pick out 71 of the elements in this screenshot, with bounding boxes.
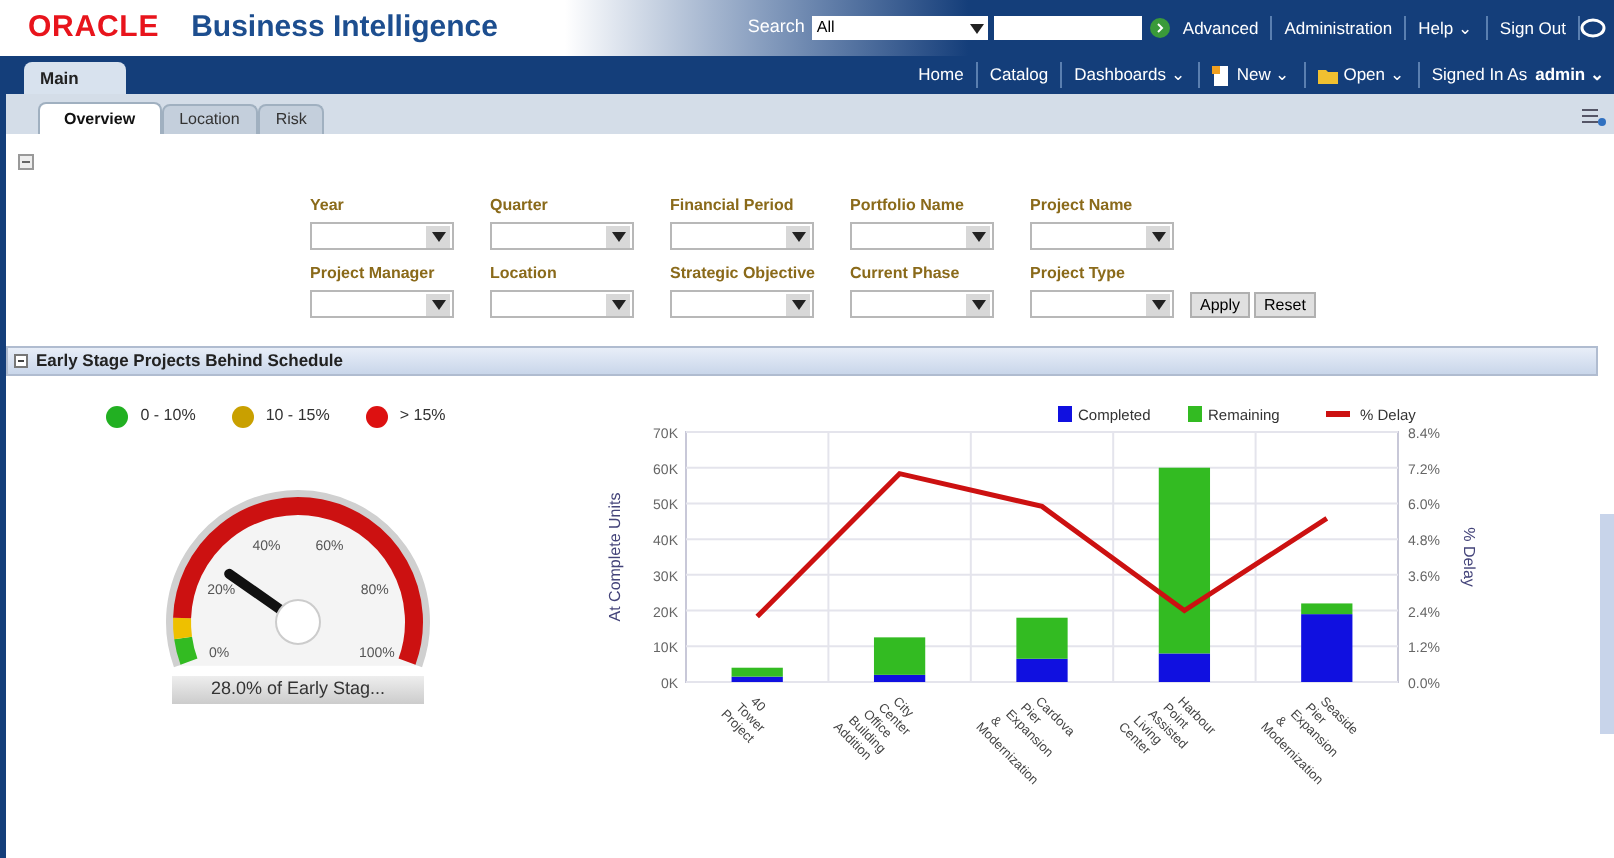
dropdown-field[interactable] [1030, 222, 1174, 250]
nav-link[interactable]: New ⌄ [1200, 62, 1306, 88]
logo: ORACLE [28, 7, 160, 48]
axis-title: At Complete Units [606, 492, 624, 622]
page-options-icon[interactable] [1582, 108, 1606, 128]
filter-label: Year [310, 194, 346, 218]
dropdown-arrow-icon [1151, 299, 1165, 309]
dropdown-field[interactable] [850, 222, 994, 250]
filter-label: Location [490, 262, 559, 286]
header-link[interactable]: Help ⌄ [1406, 15, 1488, 41]
dropdown-arrow-icon [791, 299, 805, 309]
dropdown-field[interactable] [310, 222, 454, 250]
document-icon [1212, 65, 1231, 85]
dropdown-arrow-icon [431, 231, 445, 241]
search-field[interactable] [994, 16, 1143, 40]
page-tab[interactable]: Risk [257, 104, 325, 134]
dropdown-field[interactable] [850, 290, 994, 318]
filter-label: Current Phase [850, 262, 962, 286]
search-go-icon[interactable] [1150, 18, 1171, 38]
filter-button[interactable]: Apply [1190, 292, 1251, 318]
dropdown-arrow-icon [611, 231, 625, 241]
filter-button[interactable]: Reset [1254, 292, 1316, 318]
search-scope-dropdown[interactable]: All [812, 16, 989, 40]
signed-in-label: Signed In As [1429, 62, 1528, 88]
filter-label: Project Manager [310, 262, 437, 286]
gauge-caption: 28.0% of Early Stag... [172, 676, 424, 704]
scrollbar[interactable] [1600, 514, 1614, 734]
legend-label: > 15% [399, 404, 446, 428]
axis-title: % Delay [1460, 527, 1478, 587]
filter-label: Financial Period [670, 194, 796, 218]
dropdown-arrow-icon [970, 23, 985, 33]
dropdown-field[interactable] [490, 290, 634, 318]
page-tab[interactable]: Overview [38, 102, 162, 134]
main-tab[interactable]: Main [24, 62, 127, 94]
page-tab[interactable]: Location [161, 104, 258, 134]
product-title: Business Intelligence [191, 7, 498, 48]
nav-link[interactable]: Open ⌄ [1305, 62, 1420, 88]
legend-swatch [1188, 406, 1202, 422]
dropdown-field[interactable] [310, 290, 454, 318]
filter-label: Portfolio Name [850, 194, 966, 218]
nav-link[interactable]: Dashboards ⌄ [1062, 62, 1201, 88]
dropdown-arrow-icon [1151, 231, 1165, 241]
dropdown-arrow-icon [791, 231, 805, 241]
folder-icon [1317, 67, 1338, 83]
filter-label: Project Type [1030, 262, 1127, 286]
dropdown-arrow-icon [431, 299, 445, 309]
legend-swatch [1326, 411, 1350, 417]
dropdown-field[interactable] [490, 222, 634, 250]
nav-link[interactable]: Catalog [977, 62, 1063, 88]
gauge-hub [275, 599, 321, 645]
header-link[interactable]: Sign Out [1487, 15, 1580, 41]
dropdown-arrow-icon [611, 299, 625, 309]
filter-label: Project Name [1030, 194, 1135, 218]
header-link[interactable]: Administration [1272, 15, 1407, 41]
collapse-icon[interactable] [18, 154, 34, 170]
search-label: Search [747, 14, 805, 41]
legend-label: 10 - 15% [265, 404, 330, 428]
filter-label: Strategic Objective [670, 262, 814, 286]
legend-label: 0 - 10% [140, 404, 196, 428]
dropdown-arrow-icon [971, 299, 985, 309]
chat-icon[interactable] [1580, 17, 1606, 39]
nav-link[interactable]: Home [906, 62, 978, 88]
dropdown-field[interactable] [670, 290, 814, 318]
dropdown-arrow-icon [971, 231, 985, 241]
dropdown-field[interactable] [1030, 290, 1174, 318]
user-menu[interactable]: admin ⌄ [1527, 62, 1606, 88]
header-link[interactable]: Advanced [1170, 15, 1273, 41]
dropdown-field[interactable] [670, 222, 814, 250]
legend-swatch [1058, 406, 1072, 422]
filter-label: Quarter [490, 194, 550, 218]
section-header[interactable]: Early Stage Projects Behind Schedule [6, 346, 1598, 376]
